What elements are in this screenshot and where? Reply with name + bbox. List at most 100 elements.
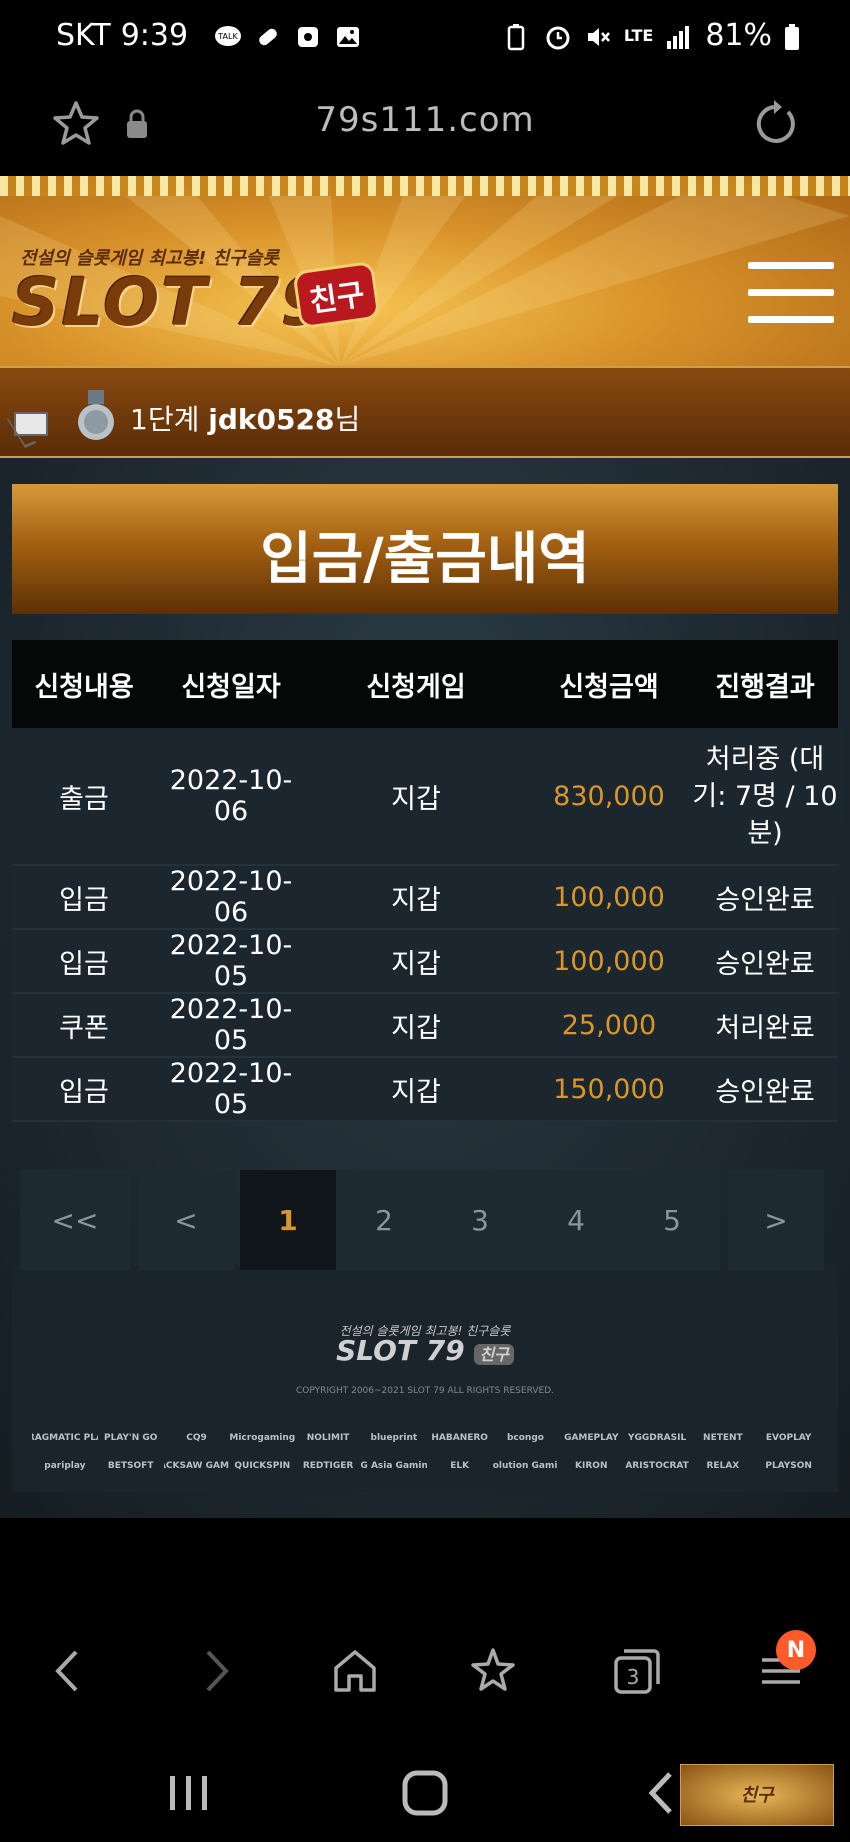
- page-first-button[interactable]: <<: [20, 1170, 130, 1270]
- provider-logo: Evolution Gaming: [492, 1461, 559, 1471]
- cell-type: 입금: [59, 948, 109, 980]
- preview-logo-text: 친구: [740, 1785, 774, 1806]
- cell-amount: 100,000: [553, 945, 665, 977]
- provider-logo: PLAYSON: [765, 1461, 812, 1471]
- provider-logo: AG Asia Gaming: [360, 1461, 427, 1471]
- cell-result: 승인완료: [715, 948, 815, 980]
- header-result: 진행결과: [715, 671, 815, 703]
- header-date: 신청일자: [181, 671, 281, 703]
- provider-logo: HACKSAW GAMES: [164, 1461, 230, 1471]
- page-title: 입금/출금내역: [260, 527, 590, 592]
- back-icon[interactable]: [44, 1646, 94, 1696]
- level-medal-icon: [76, 390, 116, 442]
- time-label: 9:39: [120, 18, 189, 53]
- provider-logo: ARISTOCRAT: [625, 1461, 689, 1471]
- page-prev-button[interactable]: <: [138, 1170, 234, 1270]
- logo-text: SLOT 79: [12, 264, 330, 341]
- provider-logo: YGGDRASIL: [627, 1433, 687, 1443]
- cell-date: 2022-10-05: [169, 994, 293, 1056]
- page-title-bar: 입금/출금내역: [12, 484, 838, 614]
- header-amount: 신청금액: [559, 671, 659, 703]
- battery-saver-icon: [504, 23, 532, 50]
- page-button-1[interactable]: 1: [240, 1170, 336, 1270]
- mute-icon: [584, 23, 612, 49]
- footer-logo: SLOT 79 친구: [12, 1334, 838, 1367]
- cell-game: 지갑: [391, 884, 441, 916]
- svg-text:TALK: TALK: [217, 32, 238, 41]
- cell-type: 입금: [59, 1076, 109, 1108]
- provider-logo: HABANERO: [431, 1433, 488, 1443]
- provider-logo: REDTIGER: [302, 1461, 354, 1471]
- recent-apps-icon[interactable]: [164, 1768, 214, 1818]
- cell-type: 출금: [59, 783, 109, 815]
- battery-label: 81%: [705, 18, 772, 53]
- provider-logo: RELAX: [706, 1461, 740, 1471]
- user-level: 1단계: [130, 403, 200, 436]
- cell-result: 승인완료: [715, 1076, 815, 1108]
- cell-result: 처리중 (대기: 7명 / 10분): [692, 743, 838, 849]
- url-text[interactable]: 79s111.com: [0, 100, 850, 140]
- marquee-lights-decoration: [0, 176, 850, 196]
- browser-toolbar: 3 N: [0, 1596, 850, 1746]
- site-header: 전설의 슬롯게임 최고봉! 친구슬롯 SLOT 79 친구: [0, 176, 850, 366]
- home-icon[interactable]: [330, 1646, 380, 1696]
- cell-amount: 150,000: [553, 1073, 665, 1105]
- alarm-icon: [544, 23, 572, 49]
- carrier-label: SKT: [56, 18, 111, 53]
- provider-logos: PRAGMATIC PLAY PLAY'N GO CQ9 Microgaming…: [32, 1424, 822, 1480]
- page-button-3[interactable]: 3: [432, 1170, 528, 1270]
- signal-icon: [665, 23, 693, 49]
- cell-date: 2022-10-05: [169, 930, 293, 992]
- menu-hamburger-icon[interactable]: [748, 262, 834, 324]
- home-button-icon[interactable]: [400, 1768, 450, 1818]
- cell-amount: 25,000: [561, 1009, 657, 1041]
- page-button-2[interactable]: 2: [336, 1170, 432, 1270]
- gallery-icon: [334, 23, 362, 49]
- tabs-icon[interactable]: 3: [612, 1646, 662, 1696]
- status-bar: SKT 9:39 TALK LTE 81%: [0, 0, 850, 80]
- pagination: << < 1 2 3 4 5 >: [20, 1170, 840, 1270]
- cell-type: 입금: [59, 884, 109, 916]
- site-footer: 전설의 슬롯게임 최고봉! 친구슬롯 SLOT 79 친구 COPYRIGHT …: [12, 1264, 838, 1492]
- provider-logo: bcongo: [506, 1433, 544, 1443]
- reload-icon[interactable]: [748, 98, 800, 150]
- cell-date: 2022-10-06: [169, 765, 293, 827]
- footer-logo-text: SLOT 79: [336, 1334, 465, 1367]
- copyright-text: COPYRIGHT 2006~2021 SLOT 79 ALL RIGHTS R…: [296, 1386, 554, 1396]
- provider-logo: PRAGMATIC PLAY: [32, 1433, 98, 1443]
- provider-logo: GAMEPLAY: [564, 1433, 619, 1443]
- transactions-table: 신청내용 신청일자 신청게임 신청금액 진행결과 출금 2022-10-06 지…: [12, 640, 838, 1122]
- page-next-button[interactable]: >: [728, 1170, 824, 1270]
- bookmarks-icon[interactable]: [468, 1646, 518, 1696]
- table-row: 입금 2022-10-06 지갑 100,000 승인완료: [12, 866, 838, 930]
- pill-icon: [254, 23, 282, 49]
- table-row: 입금 2022-10-05 지갑 100,000 승인완료: [12, 930, 838, 994]
- logo-badge: 친구: [292, 260, 381, 330]
- provider-logo: blueprint: [370, 1433, 418, 1443]
- cell-result: 처리완료: [715, 1012, 815, 1044]
- provider-logo: KIRON: [575, 1461, 608, 1471]
- notification-badge: N: [776, 1630, 816, 1670]
- page-button-4[interactable]: 4: [528, 1170, 624, 1270]
- provider-logo: EVOPLAY: [765, 1433, 812, 1443]
- forward-icon[interactable]: [190, 1646, 240, 1696]
- cell-date: 2022-10-05: [169, 1058, 293, 1120]
- mail-icon[interactable]: [14, 412, 48, 436]
- battery-icon: [784, 23, 800, 50]
- floating-app-preview[interactable]: 친구: [680, 1764, 834, 1826]
- cell-date: 2022-10-06: [169, 866, 293, 928]
- lte-label: LTE: [623, 26, 654, 45]
- provider-logo: NETENT: [703, 1433, 743, 1443]
- cell-game: 지갑: [391, 948, 441, 980]
- provider-logo: CQ9: [186, 1433, 207, 1443]
- footer-logo-badge: 친구: [474, 1344, 514, 1365]
- provider-logo: Microgaming: [229, 1433, 296, 1443]
- user-info-bar: 1단계 jdk0528님: [0, 366, 850, 458]
- header-type: 신청내용: [34, 671, 134, 703]
- table-header: 신청내용 신청일자 신청게임 신청금액 진행결과: [12, 640, 838, 728]
- cell-type: 쿠폰: [59, 1012, 109, 1044]
- cell-game: 지갑: [391, 1012, 441, 1044]
- provider-logo: PLAY'N GO: [103, 1433, 158, 1443]
- provider-logo: ELK: [450, 1461, 470, 1471]
- page-button-5[interactable]: 5: [624, 1170, 720, 1270]
